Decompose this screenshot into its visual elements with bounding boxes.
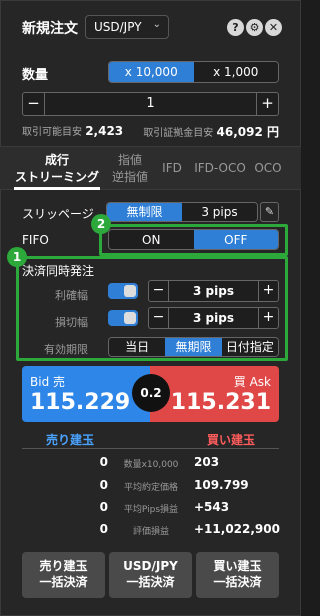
slippage-option-unlimited[interactable]: 無制限 [107, 203, 182, 221]
stop-loss-plus-button[interactable]: + [258, 308, 278, 328]
stop-loss-toggle[interactable] [108, 310, 138, 326]
positions-divider [22, 448, 279, 449]
stop-loss-stepper: − 3 pips + [148, 307, 279, 329]
stop-loss-minus-button[interactable]: − [149, 308, 169, 328]
button-label-line1: 売り建玉 [39, 559, 88, 573]
tab-label-line2: ストリーミング [14, 170, 99, 184]
tab-limit-stop[interactable]: 指値 逆指値 [108, 153, 152, 184]
tradable-amount: 取引可能目安 2,423 [22, 123, 123, 138]
sell-avg-price: 0 [99, 478, 108, 492]
tab-ifd[interactable]: IFD [156, 161, 188, 175]
tab-label-line2: 逆指値 [111, 170, 148, 184]
expiry-option-date[interactable]: 日付指定 [221, 338, 278, 356]
take-profit-label: 利確幅 [55, 289, 88, 302]
take-profit-stepper: − 3 pips + [148, 280, 279, 302]
sell-positions-header: 売り建玉 [45, 433, 94, 447]
quantity-plus-button[interactable]: + [256, 93, 278, 115]
button-label-line2: 一括決済 [213, 575, 262, 589]
bid-label: Bid 売 [30, 375, 65, 389]
stop-loss-value[interactable]: 3 pips [169, 308, 258, 328]
buy-avg-pips: +543 [194, 500, 230, 514]
buy-quantity: 203 [194, 455, 220, 469]
fifo-label: FIFO [22, 233, 49, 247]
margin-label: 取引証拠金目安 [143, 128, 214, 139]
tab-market-streaming[interactable]: 成行 ストリーミング [14, 153, 100, 184]
buy-avg-price: 109.799 [194, 478, 249, 492]
expiry-label: 有効期限 [44, 343, 88, 356]
expiry-segmented-control: 当日 無期限 日付指定 [108, 337, 279, 357]
tradable-value: 2,423 [85, 124, 124, 138]
button-label-line2: 一括決済 [39, 575, 88, 589]
quantity-input[interactable]: 1 [45, 93, 256, 115]
buy-unrealized-pnl: +11,022,900 [194, 522, 280, 536]
bid-price: 115.229 [30, 390, 131, 415]
close-icon[interactable]: ✕ [265, 19, 282, 36]
tab-oco[interactable]: OCO [252, 161, 284, 175]
active-tab-indicator [14, 187, 100, 190]
button-label-line1: 買い建玉 [213, 559, 262, 573]
currency-pair-select[interactable]: USD/JPY ⌄ [85, 15, 169, 39]
close-all-buy-button[interactable]: 買い建玉 一括決済 [196, 552, 279, 598]
margin-estimate: 取引証拠金目安 46,092 円 [143, 123, 279, 140]
avg-pips-row-label: 平均Pips損益 [123, 505, 179, 515]
currency-pair-value: USD/JPY [94, 20, 142, 34]
sell-avg-pips: 0 [99, 500, 108, 514]
take-profit-toggle[interactable] [108, 283, 138, 299]
fifo-option-off[interactable]: OFF [193, 230, 278, 249]
close-all-pair-button[interactable]: USD/JPY 一括決済 [109, 552, 192, 598]
slippage-segmented-control: 無制限 3 pips [106, 202, 258, 222]
tab-label-line1: 指値 [117, 153, 142, 167]
chevron-down-icon: ⌄ [152, 19, 161, 30]
unit-option-10000[interactable]: x 10,000 [109, 62, 194, 82]
take-profit-plus-button[interactable]: + [258, 281, 278, 301]
settlement-label: 決済同時発注 [22, 264, 95, 278]
sell-unrealized-pnl: 0 [99, 522, 108, 536]
tab-ifd-oco[interactable]: IFD-OCO [192, 161, 248, 175]
buy-positions-header: 買い建玉 [206, 433, 255, 447]
tab-label-line1: 成行 [44, 153, 69, 167]
take-profit-value[interactable]: 3 pips [169, 281, 258, 301]
button-label-line1: USD/JPY [123, 559, 178, 573]
ask-price: 115.231 [170, 390, 271, 415]
button-label-line2: 一括決済 [126, 575, 175, 589]
expiry-option-indefinite[interactable]: 無期限 [165, 338, 222, 356]
unit-option-1000[interactable]: x 1,000 [193, 62, 278, 82]
close-all-sell-button[interactable]: 売り建玉 一括決済 [22, 552, 105, 598]
tradable-label: 取引可能目安 [22, 127, 82, 138]
panel-title: 新規注文 [22, 21, 78, 37]
settings-icon[interactable]: ⚙ [246, 19, 263, 36]
take-profit-minus-button[interactable]: − [149, 281, 169, 301]
sell-quantity: 0 [99, 455, 108, 469]
fifo-option-on[interactable]: ON [109, 230, 194, 249]
quantity-label: 数量 [22, 68, 49, 83]
order-type-tabs: 成行 ストリーミング 指値 逆指値 IFD IFD-OCO OCO [0, 146, 301, 190]
slippage-option-3pips[interactable]: 3 pips [182, 203, 257, 221]
unit-segmented-control: x 10,000 x 1,000 [108, 61, 279, 83]
stop-loss-label: 損切幅 [55, 316, 88, 329]
unrealized-pnl-row-label: 評価損益 [132, 527, 169, 537]
slippage-label: スリッページ [22, 207, 94, 221]
edit-icon[interactable]: ✎ [260, 202, 279, 222]
help-icon[interactable]: ? [227, 19, 244, 36]
spread-indicator: 0.2 [132, 374, 170, 412]
ask-label: 買 Ask [233, 375, 271, 389]
quantity-row-label: 数量x10,000 [123, 460, 179, 470]
expiry-option-today[interactable]: 当日 [109, 338, 166, 356]
margin-value: 46,092 円 [216, 125, 280, 139]
annotation-badge-2: 2 [91, 214, 111, 234]
quantity-minus-button[interactable]: − [23, 93, 45, 115]
avg-price-row-label: 平均約定価格 [123, 483, 178, 493]
quantity-stepper: − 1 + [22, 92, 279, 116]
bid-sell-button[interactable]: Bid 売 115.229 [22, 366, 150, 422]
fifo-segmented-control: ON OFF [108, 229, 279, 250]
